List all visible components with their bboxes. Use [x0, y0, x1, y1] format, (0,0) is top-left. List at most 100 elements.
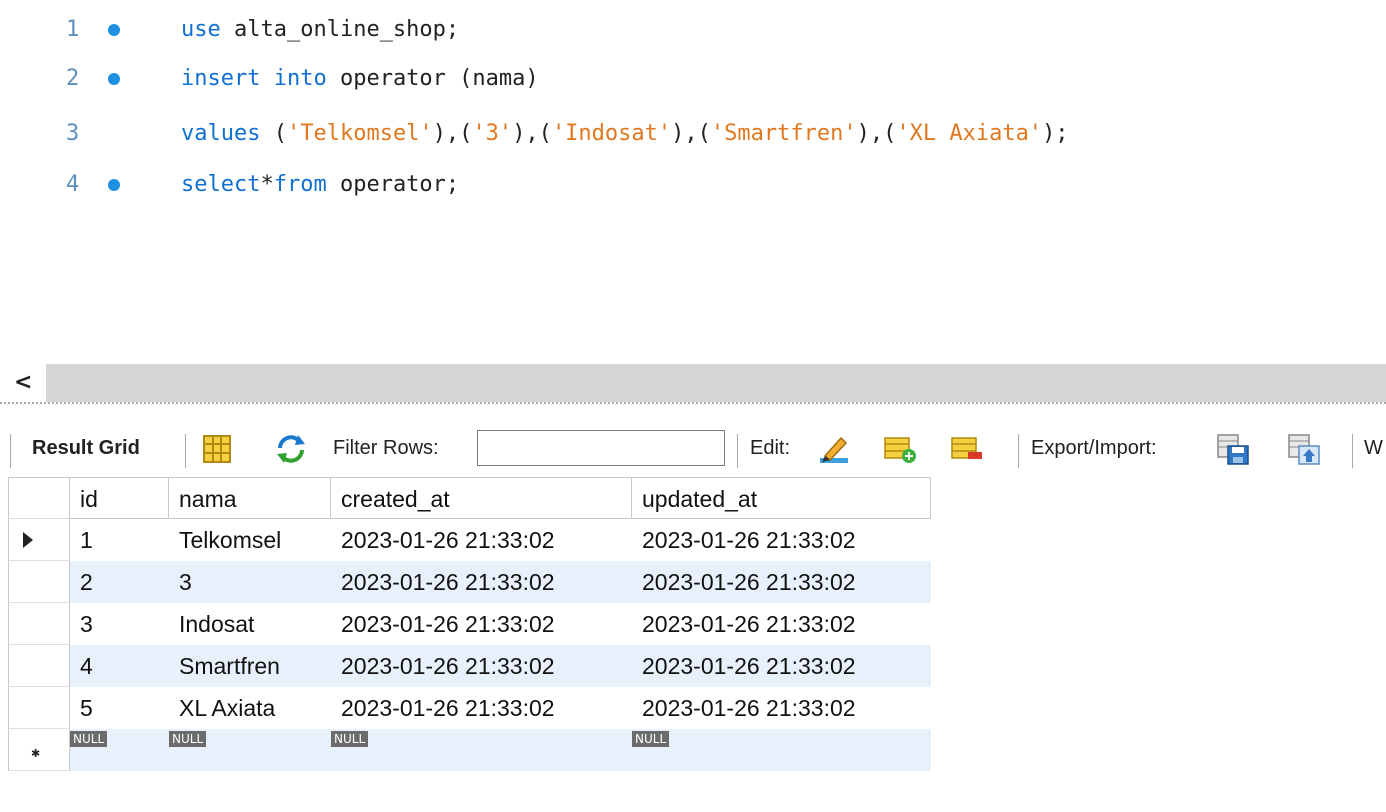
sql-token: alta_online_shop; — [220, 17, 460, 42]
export-import-label: Export/Import: — [1031, 437, 1157, 459]
toolbar-separator — [185, 434, 186, 468]
code-text[interactable]: values ('Telkomsel'),('3'),('Indosat'),(… — [181, 114, 1069, 154]
null-cell[interactable]: NULL — [70, 729, 169, 771]
horizontal-scrollbar[interactable]: < — [0, 364, 1386, 402]
row-indicator[interactable] — [8, 603, 70, 645]
toolbar-separator — [737, 434, 738, 468]
table-cell[interactable]: 2023-01-26 21:33:02 — [632, 645, 931, 687]
table-cell[interactable]: 2023-01-26 21:33:02 — [632, 561, 931, 603]
sql-token: ),( — [671, 121, 711, 146]
line-number: 1 — [66, 17, 80, 42]
sql-editor[interactable]: 1 use alta_online_shop; 2 insert into opera… — [0, 0, 1386, 364]
panel-splitter[interactable] — [0, 402, 1386, 420]
null-badge: NULL — [169, 731, 207, 747]
result-grid-tab[interactable]: Result Grid — [32, 420, 140, 476]
import-icon[interactable] — [1287, 432, 1321, 466]
column-header-updated-at[interactable]: updated_at — [632, 477, 931, 519]
new-row-star-icon: ✱ — [31, 748, 41, 760]
code-line[interactable]: 1 use alta_online_shop; — [0, 10, 1386, 50]
wrap-cell-label[interactable]: W — [1364, 420, 1383, 476]
table-cell[interactable]: 2023-01-26 21:33:02 — [632, 519, 931, 561]
table-cell[interactable]: 2023-01-26 21:33:02 — [331, 519, 632, 561]
sql-token: operator; — [326, 172, 460, 197]
new-row-indicator[interactable]: ✱ — [8, 729, 70, 771]
add-row-icon[interactable] — [883, 432, 917, 466]
sql-keyword: select — [181, 172, 261, 197]
table-cell[interactable]: Indosat — [169, 603, 331, 645]
refresh-icon[interactable] — [274, 432, 308, 466]
grid-layout-icon[interactable] — [200, 432, 234, 466]
table-cell[interactable]: 2 — [70, 561, 169, 603]
table-cell[interactable]: 3 — [70, 603, 169, 645]
table-cell[interactable]: Telkomsel — [169, 519, 331, 561]
sql-token: ),( — [512, 121, 552, 146]
edit-label: Edit: — [750, 437, 791, 459]
code-text[interactable]: insert into operator (nama) — [181, 59, 539, 99]
edit-pencil-icon[interactable] — [817, 432, 851, 466]
null-badge: NULL — [632, 731, 670, 747]
sql-token: operator (nama) — [326, 66, 539, 91]
statement-marker-icon — [108, 24, 120, 36]
sql-keyword: use — [181, 17, 221, 42]
table-cell[interactable]: Smartfren — [169, 645, 331, 687]
sql-token: ( — [260, 121, 287, 146]
toolbar-separator — [1352, 434, 1353, 468]
sql-keyword: into — [273, 66, 327, 91]
column-header-id[interactable]: id — [70, 477, 169, 519]
sql-token: * — [260, 172, 274, 197]
table-cell[interactable]: 2023-01-26 21:33:02 — [331, 645, 632, 687]
statement-marker-icon — [108, 73, 120, 85]
filter-rows-label: Filter Rows: — [333, 437, 439, 459]
sql-keyword: values — [181, 121, 261, 146]
table-cell[interactable]: 2023-01-26 21:33:02 — [331, 687, 632, 729]
table-cell[interactable]: 4 — [70, 645, 169, 687]
sql-token: ),( — [856, 121, 897, 146]
code-line[interactable]: 2 insert into operator (nama) — [0, 59, 1386, 99]
sql-token: ),( — [432, 121, 473, 146]
sql-string: 'Indosat' — [551, 121, 672, 146]
column-header-nama[interactable]: nama — [169, 477, 331, 519]
table-cell[interactable]: 2023-01-26 21:33:02 — [632, 603, 931, 645]
sql-string: 'Telkomsel' — [286, 121, 433, 146]
toolbar-separator — [10, 434, 11, 468]
delete-row-icon[interactable] — [950, 432, 984, 466]
column-header-created-at[interactable]: created_at — [331, 477, 632, 519]
sql-string: 'XL Axiata' — [896, 121, 1043, 146]
table-cell[interactable]: 5 — [70, 687, 169, 729]
row-indicator[interactable] — [8, 687, 70, 729]
header-corner-cell[interactable] — [8, 477, 70, 519]
line-number: 2 — [66, 66, 80, 91]
line-number: 3 — [66, 121, 80, 146]
table-cell[interactable]: 2023-01-26 21:33:02 — [331, 561, 632, 603]
sql-string: 'Smartfren' — [710, 121, 857, 146]
table-cell[interactable]: 2023-01-26 21:33:02 — [331, 603, 632, 645]
null-cell[interactable]: NULL — [169, 729, 331, 771]
table-cell[interactable]: 3 — [169, 561, 331, 603]
code-text[interactable]: use alta_online_shop; — [181, 10, 459, 50]
table-cell[interactable]: 1 — [70, 519, 169, 561]
null-cell[interactable]: NULL — [632, 729, 931, 771]
code-line[interactable]: 4 select*from operator; — [0, 165, 1386, 205]
row-indicator[interactable] — [8, 561, 70, 603]
table-cell[interactable]: XL Axiata — [169, 687, 331, 729]
filter-rows-input[interactable] — [477, 430, 725, 466]
null-cell[interactable]: NULL — [331, 729, 632, 771]
toolbar-separator — [1018, 434, 1019, 468]
scroll-left-button[interactable]: < — [0, 364, 46, 402]
row-indicator[interactable] — [8, 645, 70, 687]
row-indicator[interactable] — [8, 519, 70, 561]
sql-token: ); — [1042, 121, 1069, 146]
code-line[interactable]: 3 values ('Telkomsel'),('3'),('Indosat'),… — [0, 114, 1386, 154]
result-toolbar: Result Grid Filter Rows: Edit: Export/Im… — [0, 420, 1386, 476]
code-text[interactable]: select*from operator; — [181, 165, 459, 205]
null-badge: NULL — [331, 731, 369, 747]
sql-string: '3' — [472, 121, 513, 146]
table-cell[interactable]: 2023-01-26 21:33:02 — [632, 687, 931, 729]
current-row-arrow-icon — [23, 532, 33, 548]
sql-keyword: insert — [181, 66, 261, 91]
line-number: 4 — [66, 172, 80, 197]
sql-keyword: from — [273, 172, 327, 197]
statement-marker-icon — [108, 179, 120, 191]
export-icon[interactable] — [1216, 432, 1250, 466]
